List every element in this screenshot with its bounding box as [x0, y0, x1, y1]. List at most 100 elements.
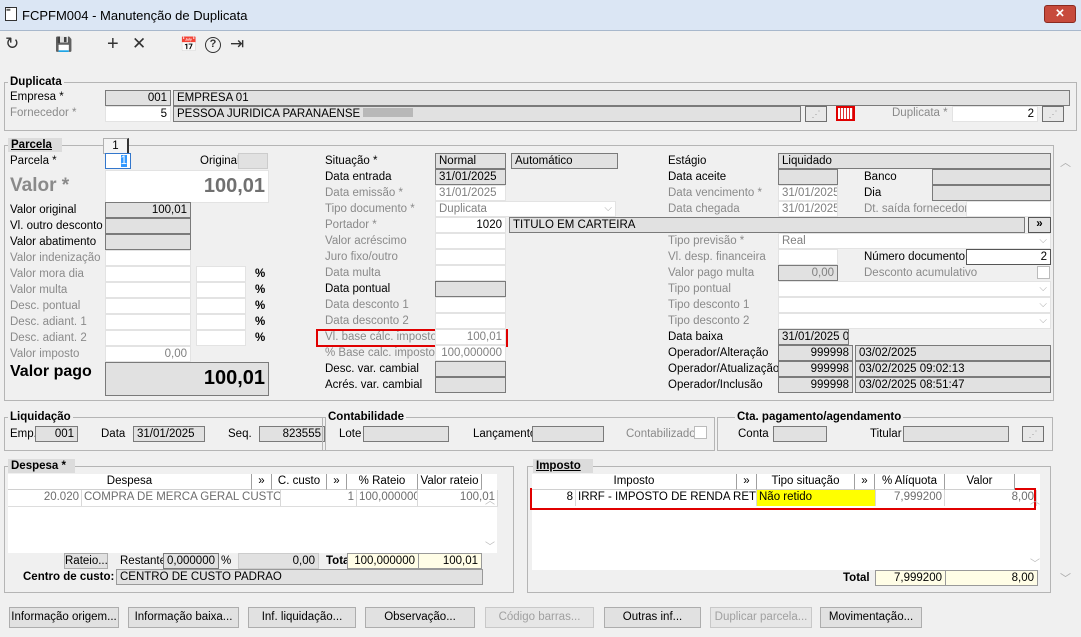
despesa-tab[interactable]: Despesa * [8, 459, 75, 473]
mid-label: Acrés. var. cambial [325, 379, 423, 391]
left-field[interactable] [105, 314, 191, 330]
right-dropdown[interactable]: ⌵ [778, 281, 1051, 297]
despesa-total-pct-field: 100,000000 [347, 553, 419, 569]
right-dropdown[interactable]: ⌵ [778, 297, 1051, 313]
right-dropdown[interactable]: ⌵ [778, 313, 1051, 329]
action-button[interactable]: Informação origem... [9, 607, 119, 628]
desconto-acumulativo-checkbox[interactable] [1037, 266, 1050, 279]
imposto-column-header[interactable]: % Alíquota [875, 474, 945, 490]
cell-rateio[interactable]: 100,000000 [357, 490, 418, 506]
save-icon[interactable]: 💾 [55, 34, 72, 54]
refresh-icon[interactable]: ↻ [5, 34, 19, 54]
exit-icon[interactable]: ⇥ [230, 34, 244, 54]
close-button[interactable]: ✕ [1044, 5, 1076, 23]
mid-field[interactable] [435, 249, 506, 265]
numero-documento-field[interactable]: 2 [966, 249, 1051, 265]
right-label2: Dt. saída fornecedor [864, 203, 969, 215]
percent-field[interactable] [196, 330, 246, 346]
portador-expand-button[interactable]: » [1028, 217, 1051, 233]
cell-ccusto[interactable]: 1 [281, 490, 357, 506]
restante-valor-field: 0,00 [238, 553, 319, 569]
mid-field[interactable] [435, 265, 506, 281]
right-label2: Número documento [864, 251, 965, 263]
action-button[interactable]: Movimentação... [820, 607, 922, 628]
cell-code[interactable]: 8 [532, 490, 576, 506]
imposto-column-header[interactable]: » [855, 474, 875, 490]
calendar-icon[interactable]: 📅 [180, 34, 197, 54]
cell-valor[interactable]: 100,01 [418, 490, 498, 506]
despesa-column-header[interactable]: » [327, 474, 347, 490]
mid-field[interactable] [435, 313, 506, 329]
left-field[interactable]: 0,00 [105, 346, 191, 362]
dropdown-value: Real [782, 235, 806, 247]
parcela-tab[interactable]: Parcela [8, 138, 62, 152]
mid-field[interactable] [435, 297, 506, 313]
right-field[interactable]: 31/01/2025 [778, 185, 838, 201]
percent-field[interactable] [196, 282, 246, 298]
despesa-column-header[interactable]: Despesa [8, 474, 252, 490]
percent-sign: % [255, 268, 266, 280]
left-field[interactable] [105, 282, 191, 298]
imposto-column-header[interactable]: Tipo situação [757, 474, 855, 490]
calendar-grid-icon[interactable] [836, 106, 855, 121]
left-field [105, 234, 191, 250]
mid-field[interactable]: 31/01/2025 [435, 185, 506, 201]
imposto-column-header[interactable]: Valor [945, 474, 1015, 490]
right-field: 999998 [778, 361, 853, 377]
mid-field[interactable] [435, 233, 506, 249]
left-field[interactable] [105, 330, 191, 346]
parcela-field[interactable]: 1 [105, 153, 131, 169]
mid-field[interactable]: 100,01 [435, 329, 506, 345]
despesa-scroll-down-icon[interactable]: ﹀ [485, 538, 495, 553]
imposto-column-header[interactable]: Imposto [532, 474, 737, 490]
left-field[interactable] [105, 266, 191, 282]
action-button[interactable]: Outras inf... [604, 607, 701, 628]
valor-field[interactable]: 100,01 [105, 170, 269, 203]
imposto-scroll-down-icon[interactable]: ﹀ [1030, 555, 1040, 570]
imposto-tab[interactable]: Imposto [533, 459, 593, 473]
original-label: Original [200, 155, 240, 167]
scroll-down-icon[interactable]: ﹀ [1060, 570, 1071, 586]
despesa-column-header[interactable]: % Rateio [347, 474, 418, 490]
cell-name[interactable]: IRRF - IMPOSTO DE RENDA RETIDO N [576, 490, 757, 506]
left-field[interactable] [105, 250, 191, 266]
add-icon[interactable]: + [107, 34, 119, 54]
duplicata-field[interactable]: 2 [952, 106, 1038, 122]
right-label2: Banco [864, 171, 897, 183]
despesa-column-header[interactable]: Valor rateio [418, 474, 482, 490]
mid-field[interactable]: 100,000000 [435, 345, 506, 361]
right-field[interactable] [778, 249, 838, 265]
imposto-column-header[interactable]: » [737, 474, 757, 490]
percent-field[interactable] [196, 266, 246, 282]
vertical-scrollbar[interactable] [1057, 150, 1075, 590]
parcela-tab-number[interactable]: 1 [103, 138, 129, 154]
percent-field[interactable] [196, 298, 246, 314]
cell-aliquota[interactable]: 7,999200 [876, 490, 945, 506]
empresa-code-field[interactable]: 001 [105, 90, 171, 106]
percent-field[interactable] [196, 314, 246, 330]
fornecedor-code-field[interactable]: 5 [105, 106, 171, 122]
delete-icon[interactable]: ✕ [132, 34, 146, 54]
scroll-up-icon[interactable]: ︿ [1060, 154, 1071, 170]
action-button[interactable]: Observação... [365, 607, 475, 628]
right-field[interactable]: 31/01/2025 [778, 201, 838, 217]
contabilizado-checkbox[interactable] [694, 426, 707, 439]
duplicata-search-button[interactable]: ⋰ [1042, 106, 1064, 122]
help-icon[interactable]: ? [205, 37, 221, 53]
fornecedor-search-button[interactable]: ⋰ [805, 106, 827, 122]
rateio-button[interactable]: Rateio... [64, 553, 108, 569]
despesa-column-header[interactable]: C. custo [272, 474, 327, 490]
titular-search-button[interactable]: ⋰ [1022, 426, 1044, 442]
tipo-documento-dropdown[interactable]: Duplicata ⌵ [435, 201, 616, 217]
action-button[interactable]: Informação baixa... [128, 607, 239, 628]
mid-field[interactable]: 1020 [435, 217, 506, 233]
action-button[interactable]: Inf. liquidação... [248, 607, 356, 628]
despesa-column-header[interactable]: » [252, 474, 272, 490]
cell-situacao[interactable]: Não retido [757, 490, 876, 506]
cell-valor[interactable]: 8,00 [945, 490, 1037, 506]
left-field[interactable] [105, 298, 191, 314]
cell-code[interactable]: 20.020 [8, 490, 82, 506]
cell-name[interactable]: COMPRA DE MERCA GERAL CUSTOS M [82, 490, 281, 506]
right-dropdown[interactable]: Real ⌵ [778, 233, 1051, 249]
dt-saida-field[interactable] [966, 201, 1051, 217]
